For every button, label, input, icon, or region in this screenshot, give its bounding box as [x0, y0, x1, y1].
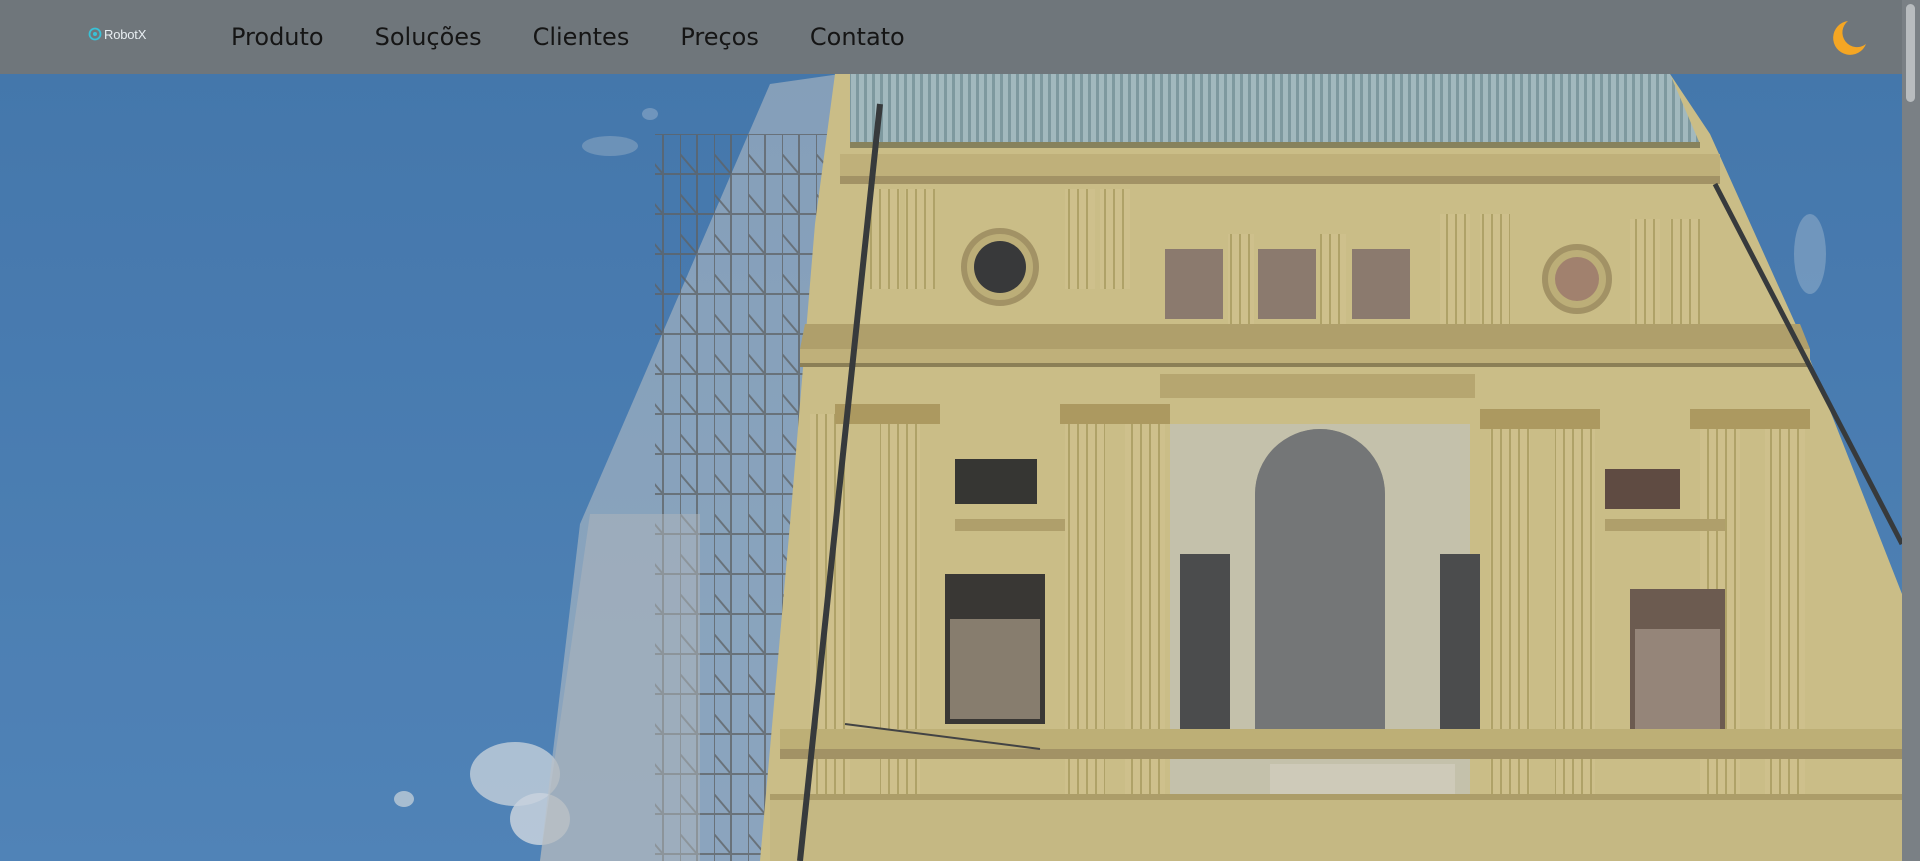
robotx-logo-icon — [88, 27, 102, 41]
theme-toggle-button[interactable] — [1826, 17, 1868, 59]
main-nav: Produto Soluções Clientes Preços Contato — [231, 0, 956, 74]
moon-icon — [1833, 21, 1866, 55]
hero-image — [0, 74, 1902, 861]
nav-link-produto[interactable]: Produto — [231, 25, 324, 49]
nav-link-precos[interactable]: Preços — [680, 25, 759, 49]
nav-link-clientes[interactable]: Clientes — [533, 25, 630, 49]
top-navbar: RobotX Produto Soluções Clientes Preços … — [0, 0, 1902, 74]
page: RobotX Produto Soluções Clientes Preços … — [0, 0, 1920, 861]
nav-link-solucoes[interactable]: Soluções — [375, 25, 482, 49]
scrollbar-thumb[interactable] — [1906, 4, 1915, 102]
page-scrollbar[interactable] — [1902, 0, 1920, 861]
building-facade-illustration — [0, 74, 1902, 861]
brand-logo[interactable]: RobotX — [88, 24, 146, 44]
nav-link-contato[interactable]: Contato — [810, 25, 905, 49]
brand-name: RobotX — [104, 26, 147, 42]
